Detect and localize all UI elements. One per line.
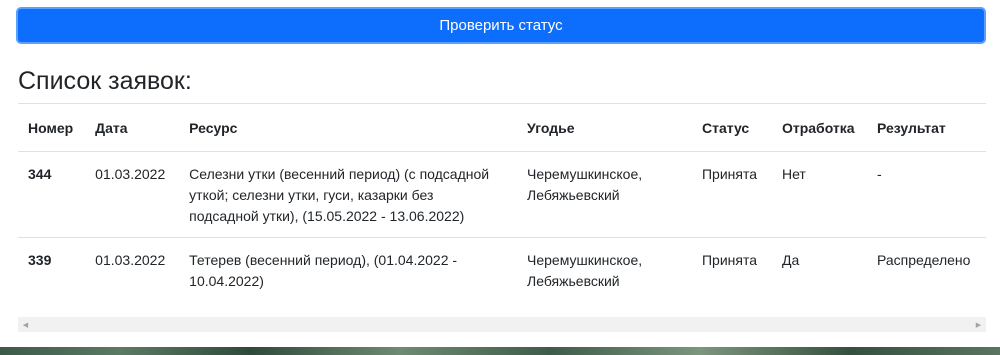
cell-processing: Нет bbox=[771, 151, 867, 238]
cell-status: Принята bbox=[701, 252, 758, 268]
column-header-result: Результат bbox=[866, 103, 986, 152]
table-header-row: Номер Дата Ресурс Угодье Статус Отработк… bbox=[18, 103, 986, 152]
column-header-area: Угодье bbox=[517, 103, 692, 152]
column-header-date: Дата bbox=[85, 103, 180, 152]
column-header-number: Номер bbox=[18, 103, 86, 152]
cell-area: Черемушкинское, Лебяжьевский bbox=[527, 252, 643, 289]
section-title: Список заявок: bbox=[18, 67, 192, 95]
table-row: 344 01.03.2022 Селезни утки (весенний пе… bbox=[18, 151, 986, 238]
column-header-processing: Отработка bbox=[771, 103, 867, 152]
cell-date: 01.03.2022 bbox=[85, 151, 180, 238]
cell-result: - bbox=[866, 151, 986, 238]
cell-number: 339 bbox=[28, 252, 52, 268]
cell-result: Распределено bbox=[876, 252, 971, 268]
cell-resource: Тетерев (весенний период), (01.04.2022 -… bbox=[189, 252, 458, 289]
horizontal-scrollbar[interactable]: ◀ ▶ bbox=[18, 317, 986, 332]
column-header-status: Статус bbox=[691, 103, 772, 152]
requests-table: Номер Дата Ресурс Угодье Статус Отработк… bbox=[18, 103, 986, 302]
requests-table-container: Номер Дата Ресурс Угодье Статус Отработк… bbox=[18, 103, 986, 302]
triangle-left-icon[interactable]: ◀ bbox=[18, 317, 33, 332]
cell-area: Черемушкинское, Лебяжьевский bbox=[517, 151, 692, 238]
check-status-button[interactable]: Проверить статус bbox=[16, 7, 986, 44]
cell-resource: Селезни утки (весенний период) (с подсад… bbox=[179, 151, 518, 238]
column-header-resource: Ресурс bbox=[179, 103, 518, 152]
cell-processing: Да bbox=[781, 252, 800, 268]
cell-number: 344 bbox=[18, 151, 86, 238]
triangle-right-icon[interactable]: ▶ bbox=[971, 317, 986, 332]
scrollbar-thumb[interactable] bbox=[34, 320, 968, 329]
table-row: 339 01.03.2022 Тетерев (весенний период)… bbox=[18, 238, 986, 303]
cell-status: Принята bbox=[691, 151, 772, 238]
cell-date: 01.03.2022 bbox=[95, 252, 166, 268]
background-image-strip bbox=[0, 347, 1000, 355]
